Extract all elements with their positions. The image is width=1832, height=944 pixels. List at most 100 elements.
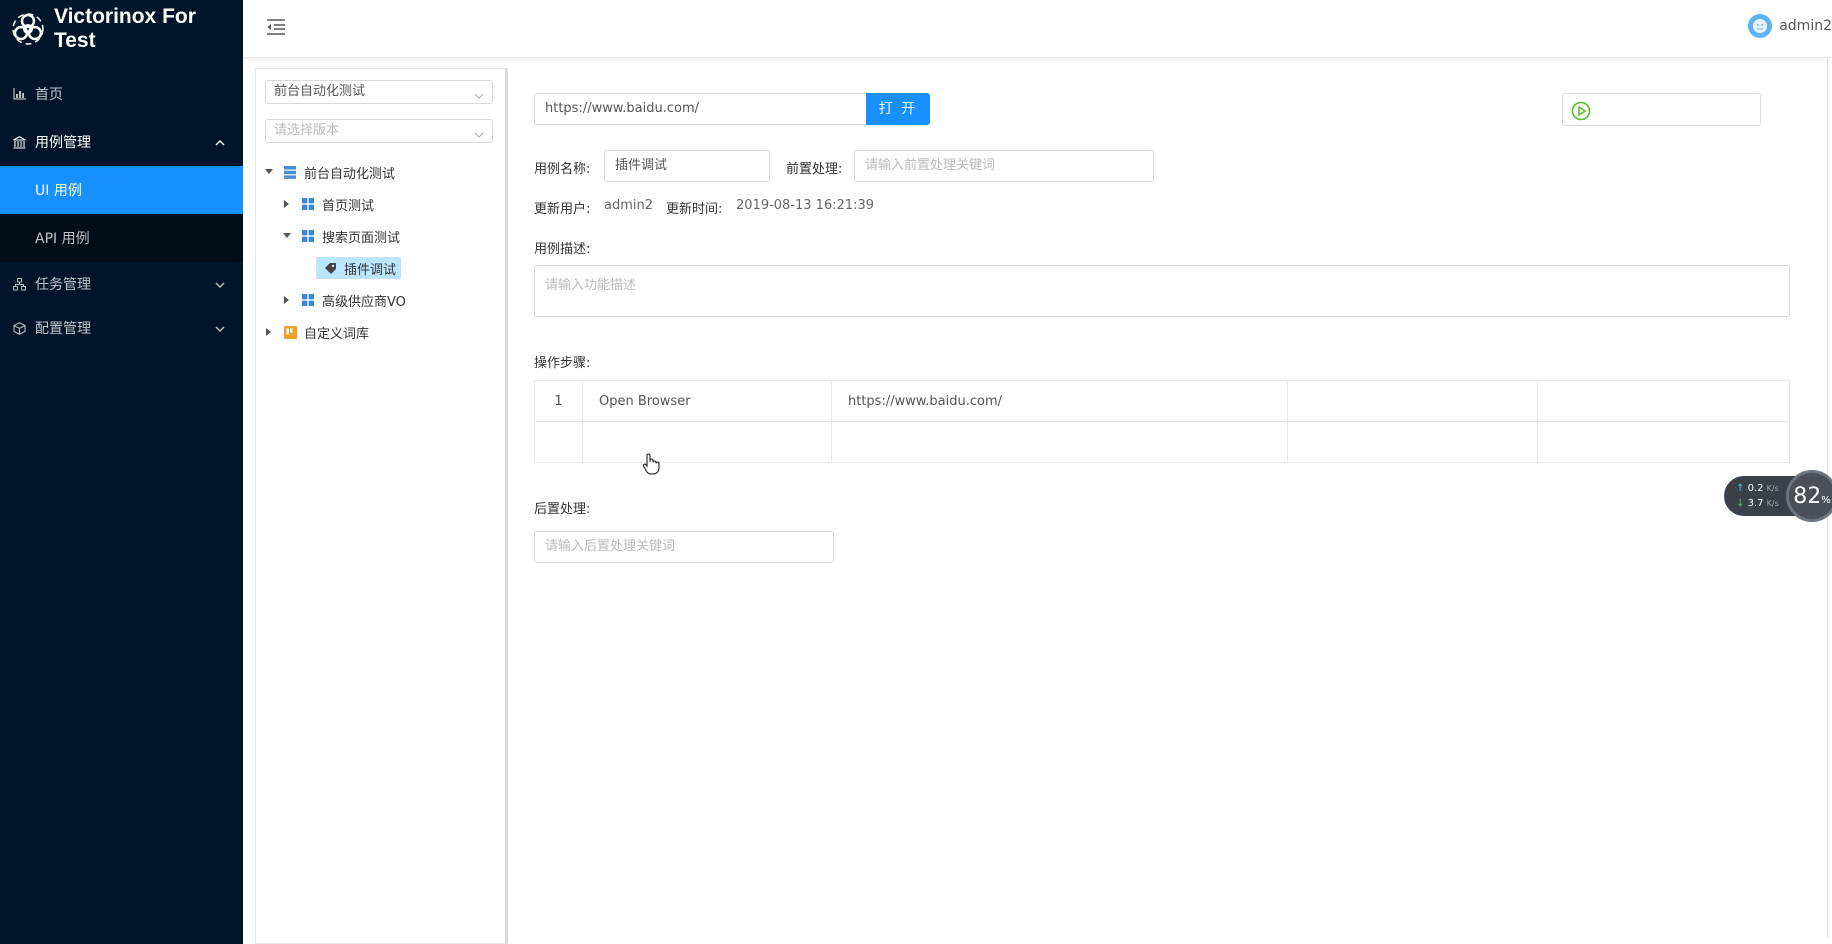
chevron-up-icon xyxy=(215,134,225,150)
caret-right-icon[interactable] xyxy=(264,327,274,337)
step-keyword-cell[interactable] xyxy=(582,421,832,463)
tree-node-label: 搜索页面测试 xyxy=(322,230,401,246)
case-editor: https://www.baidu.com/ 打 开 用例名称: 插件调试 前置… xyxy=(522,68,1832,944)
step-index: 1 xyxy=(534,380,583,422)
case-name-label: 用例名称: xyxy=(534,162,591,177)
version-select[interactable]: 请选择版本 xyxy=(265,119,493,143)
chevron-down-icon xyxy=(474,87,484,99)
step-keyword-cell[interactable]: Open Browser xyxy=(582,380,832,422)
speed-unit: K/s xyxy=(1766,484,1779,493)
sidebar-item-label: 首页 xyxy=(35,87,63,103)
caret-right-icon[interactable] xyxy=(282,199,292,209)
percent-sign: % xyxy=(1821,494,1831,506)
case-name-value: 插件调试 xyxy=(615,158,668,173)
description-label: 用例描述: xyxy=(534,242,591,257)
tree-node-project[interactable]: 前台自动化测试 xyxy=(264,161,395,183)
caret-right-icon[interactable] xyxy=(282,295,292,305)
logo[interactable]: Victorinox For Test xyxy=(0,0,243,58)
project-select[interactable]: 前台自动化测试 xyxy=(265,80,493,104)
sidebar-item-label: 配置管理 xyxy=(35,321,91,337)
upload-arrow-icon: ↑ xyxy=(1736,483,1745,494)
description-textarea[interactable]: 请输入功能描述 xyxy=(534,265,1790,317)
update-user-value: admin2 xyxy=(604,198,654,213)
preprocess-input[interactable]: 请输入前置处理关键词 xyxy=(854,150,1154,182)
submenu-case-management: UI 用例 API 用例 xyxy=(0,166,243,262)
chevron-down-icon xyxy=(474,126,484,138)
sidebar-item-label: API 用例 xyxy=(35,231,90,247)
tree-node-plugin-debug[interactable]: 插件调试 xyxy=(316,257,402,279)
run-control[interactable] xyxy=(1562,93,1761,126)
hand-pointer-cursor-icon xyxy=(642,453,660,475)
cube-icon xyxy=(12,321,26,335)
postprocess-input[interactable]: 请输入后置处理关键词 xyxy=(534,531,834,563)
tree-node-vendor-vo[interactable]: 高级供应商VO xyxy=(282,289,406,311)
sidebar-item-label: 任务管理 xyxy=(35,277,91,293)
network-speed-widget[interactable]: ↑ 0.2 K/s ↓ 3.7 K/s 82% xyxy=(1724,470,1832,522)
tree-node-custom-dictionary[interactable]: 自定义词库 xyxy=(264,321,369,343)
sidebar-item-config-management[interactable]: 配置管理 xyxy=(0,306,243,350)
case-name-input[interactable]: 插件调试 xyxy=(604,150,770,182)
upload-speed: 0.2 xyxy=(1747,483,1764,494)
chevron-down-icon xyxy=(215,276,225,292)
step-arg3-cell[interactable] xyxy=(1537,421,1790,463)
tree-node-label: 自定义词库 xyxy=(304,326,370,342)
step-arg2-cell[interactable] xyxy=(1287,380,1538,422)
tree-node-home-test[interactable]: 首页测试 xyxy=(282,193,374,215)
step-index xyxy=(534,421,583,463)
user-menu[interactable]: admin2 xyxy=(1748,14,1832,38)
bank-icon xyxy=(12,135,26,149)
sidebar-item-api-cases[interactable]: API 用例 xyxy=(0,214,243,262)
tree-node-label: 高级供应商VO xyxy=(322,294,406,310)
step-arg3-cell[interactable] xyxy=(1537,380,1790,422)
caret-down-icon[interactable] xyxy=(282,231,292,241)
step-arg1-cell[interactable] xyxy=(831,421,1288,463)
open-button[interactable]: 打 开 xyxy=(866,93,930,125)
download-speed: 3.7 xyxy=(1747,498,1764,509)
sidebar-item-case-management[interactable]: 用例管理 xyxy=(0,118,243,166)
app-title: Victorinox For Test xyxy=(53,5,196,52)
description-placeholder: 请输入功能描述 xyxy=(545,278,637,293)
version-select-placeholder: 请选择版本 xyxy=(274,123,340,138)
steps-table: 1 Open Browser https://www.baidu.com/ xyxy=(534,380,1790,463)
url-input[interactable]: https://www.baidu.com/ xyxy=(534,93,867,125)
sidebar-item-task-management[interactable]: 任务管理 xyxy=(0,262,243,306)
tree-node-search-test[interactable]: 搜索页面测试 xyxy=(282,225,400,247)
sidebar-item-label: 用例管理 xyxy=(35,135,91,151)
update-user-label: 更新用户: xyxy=(534,202,591,217)
database-icon xyxy=(284,165,297,179)
memory-usage-percent: 82 xyxy=(1793,483,1822,509)
play-circle-icon[interactable] xyxy=(1571,101,1591,121)
apartment-icon xyxy=(12,277,26,291)
preprocess-placeholder: 请输入前置处理关键词 xyxy=(865,158,996,173)
step-arg1-cell[interactable]: https://www.baidu.com/ xyxy=(831,380,1288,422)
sidebar: Victorinox For Test 首页 用例管理 UI 用例 API 用例… xyxy=(0,0,243,944)
project-board-icon xyxy=(284,325,297,339)
speed-unit: K/s xyxy=(1766,499,1779,508)
username: admin2 xyxy=(1779,18,1832,34)
table-row[interactable]: 1 Open Browser https://www.baidu.com/ xyxy=(534,380,1790,422)
steps-label: 操作步骤: xyxy=(534,356,591,371)
sidebar-item-ui-cases[interactable]: UI 用例 xyxy=(0,166,243,214)
update-time-value: 2019-08-13 16:21:39 xyxy=(736,198,875,213)
chevron-down-icon xyxy=(215,320,225,336)
caret-down-icon[interactable] xyxy=(264,167,274,177)
table-row[interactable] xyxy=(534,421,1790,463)
tree-node-label: 前台自动化测试 xyxy=(304,166,396,182)
sidebar-item-label: UI 用例 xyxy=(35,183,82,199)
appstore-icon xyxy=(302,293,315,307)
menu-fold-icon[interactable] xyxy=(266,17,286,37)
sidebar-item-home[interactable]: 首页 xyxy=(0,70,243,118)
appstore-icon xyxy=(302,197,315,211)
postprocess-label: 后置处理: xyxy=(534,502,591,517)
case-tree-panel: 前台自动化测试 请选择版本 前台自动化测试 首页测试 搜索页面测试 插件调试 高… xyxy=(255,68,508,944)
url-input-value: https://www.baidu.com/ xyxy=(545,101,700,116)
step-arg2-cell[interactable] xyxy=(1287,421,1538,463)
project-select-value: 前台自动化测试 xyxy=(274,84,366,99)
memory-usage-gauge: 82% xyxy=(1786,470,1832,522)
tree-node-label: 插件调试 xyxy=(344,262,397,278)
update-time-label: 更新时间: xyxy=(666,202,723,217)
biohazard-logo-icon xyxy=(12,13,44,45)
download-arrow-icon: ↓ xyxy=(1736,498,1745,509)
postprocess-placeholder: 请输入后置处理关键词 xyxy=(545,539,676,554)
tree-node-label: 首页测试 xyxy=(322,198,375,214)
